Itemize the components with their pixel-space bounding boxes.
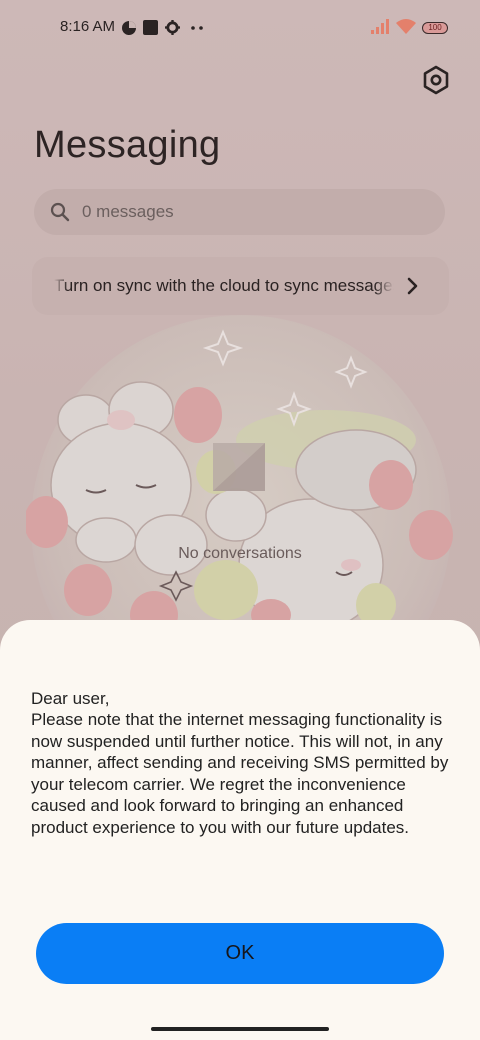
ok-button[interactable]: OK [36, 923, 444, 984]
status-time: 8:16 AM [60, 18, 116, 35]
messaging-screen: 8:16 AM 100 Messaging 0 messages Turn on… [0, 0, 480, 1040]
data-saver-icon [122, 21, 136, 35]
status-bar: 8:16 AM 100 [0, 14, 480, 42]
search-bar[interactable]: 0 messages [34, 189, 445, 235]
dialog-greeting: Dear user, [31, 689, 110, 708]
dialog-message: Please note that the internet messaging … [31, 710, 449, 837]
more-dots-icon [191, 26, 203, 30]
home-indicator[interactable] [151, 1027, 329, 1031]
signal-icon [371, 19, 389, 34]
battery-indicator: 100 [422, 22, 448, 34]
page-title: Messaging [34, 124, 221, 166]
stop-square-icon [143, 20, 158, 35]
empty-state-text: No conversations [178, 545, 302, 562]
hexagon-settings-icon[interactable] [420, 64, 452, 96]
gear-icon [165, 20, 180, 35]
chevron-right-icon[interactable] [406, 276, 420, 296]
wifi-icon [396, 19, 416, 34]
search-input[interactable]: 0 messages [82, 202, 174, 222]
sync-banner[interactable]: Turn on sync with the cloud to sync mess… [32, 257, 449, 315]
search-icon [50, 202, 70, 222]
sync-banner-text: Turn on sync with the cloud to sync mess… [54, 276, 394, 295]
